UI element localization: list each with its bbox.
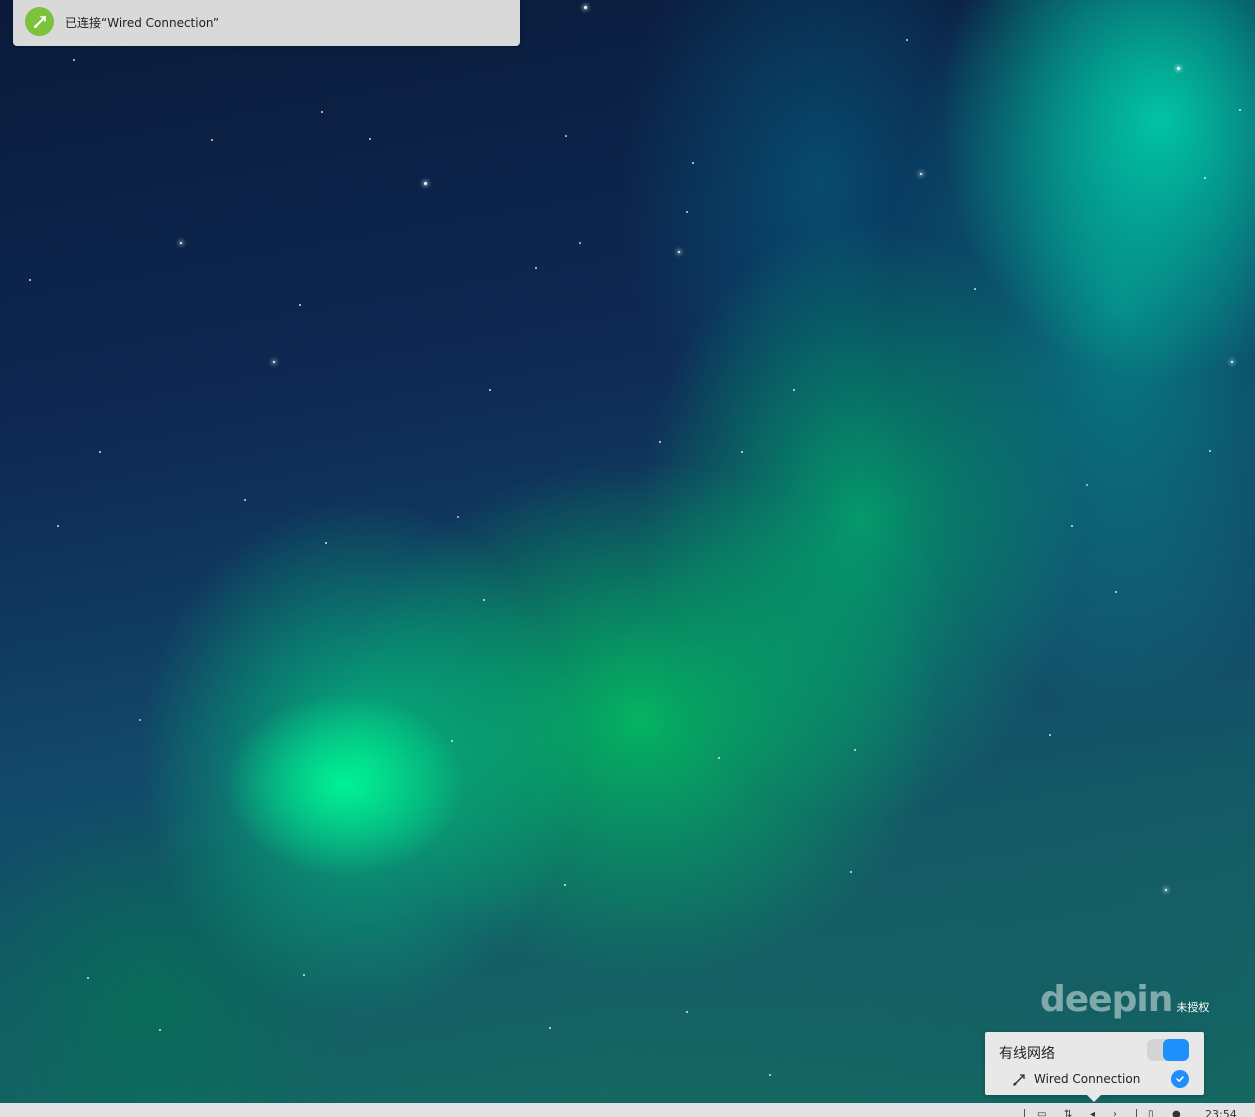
star	[769, 1074, 771, 1076]
desktop-wallpaper	[0, 0, 1255, 1117]
star	[718, 757, 720, 759]
star	[57, 525, 59, 527]
star	[457, 516, 459, 518]
star	[1209, 450, 1211, 452]
notification-icon[interactable]: ▭	[1037, 1110, 1051, 1117]
connection-name: Wired Connection	[1034, 1072, 1141, 1086]
star	[489, 389, 491, 391]
star	[677, 250, 681, 254]
star	[919, 172, 923, 176]
deepin-watermark: deepin 未授权	[1040, 980, 1209, 1020]
taskbar: ▭ ⇅ ◂ › ▯ ● 23:54	[0, 1103, 1255, 1117]
star	[583, 5, 587, 9]
star	[1115, 591, 1117, 593]
wired-network-title: 有线网络	[999, 1046, 1055, 1062]
star	[1230, 360, 1234, 364]
star	[850, 871, 852, 873]
notification-message: 已连接“Wired Connection”	[65, 16, 220, 30]
star	[303, 974, 305, 976]
network-wired-icon	[25, 7, 54, 36]
star	[974, 288, 976, 290]
star	[451, 740, 453, 742]
star	[244, 499, 246, 501]
star	[1086, 484, 1088, 486]
star	[369, 138, 371, 140]
star	[1204, 177, 1206, 179]
star	[1049, 734, 1051, 736]
user-icon[interactable]: ●	[1172, 1110, 1186, 1117]
popup-arrow	[1087, 1095, 1101, 1102]
star	[299, 304, 301, 306]
star	[549, 1027, 551, 1029]
star	[99, 451, 101, 453]
star	[211, 139, 213, 141]
star	[686, 1011, 688, 1013]
star	[793, 389, 795, 391]
deepin-logo: deepin	[1040, 979, 1173, 1020]
connection-item[interactable]: Wired Connection	[985, 1068, 1204, 1092]
star	[1071, 525, 1073, 527]
volume-icon[interactable]: ◂	[1090, 1110, 1104, 1117]
network-popup: 有线网络 Wired Connection	[985, 1032, 1204, 1102]
star	[906, 39, 908, 41]
star	[29, 279, 31, 281]
power-icon[interactable]: ›	[1113, 1110, 1127, 1117]
star	[139, 719, 141, 721]
tray-separator	[1136, 1109, 1137, 1117]
star	[659, 441, 661, 443]
star	[87, 977, 89, 979]
clipboard-icon[interactable]: ▯	[1148, 1110, 1162, 1117]
star	[321, 111, 323, 113]
star	[686, 211, 688, 213]
unauthorized-label: 未授权	[1176, 1001, 1210, 1014]
tray-separator	[1024, 1109, 1025, 1117]
wired-network-toggle[interactable]	[1147, 1039, 1189, 1061]
star	[579, 242, 581, 244]
star	[565, 135, 567, 137]
star	[535, 267, 537, 269]
star	[325, 542, 327, 544]
taskbar-clock[interactable]: 23:54	[1205, 1108, 1237, 1117]
star	[1164, 888, 1168, 892]
star	[741, 451, 743, 453]
star	[73, 59, 75, 61]
star	[854, 749, 856, 751]
star	[1176, 66, 1180, 70]
network-icon[interactable]: ⇅	[1064, 1110, 1078, 1117]
star	[692, 162, 694, 164]
connected-check-icon	[1171, 1070, 1189, 1088]
toggle-knob	[1163, 1039, 1189, 1061]
star	[564, 884, 566, 886]
wired-connection-icon	[1012, 1072, 1026, 1086]
star	[1239, 109, 1241, 111]
star	[179, 241, 183, 245]
star	[483, 599, 485, 601]
star	[423, 181, 427, 185]
star	[159, 1029, 161, 1031]
star	[272, 360, 276, 364]
connection-notification[interactable]: 已连接“Wired Connection”	[13, 0, 520, 46]
